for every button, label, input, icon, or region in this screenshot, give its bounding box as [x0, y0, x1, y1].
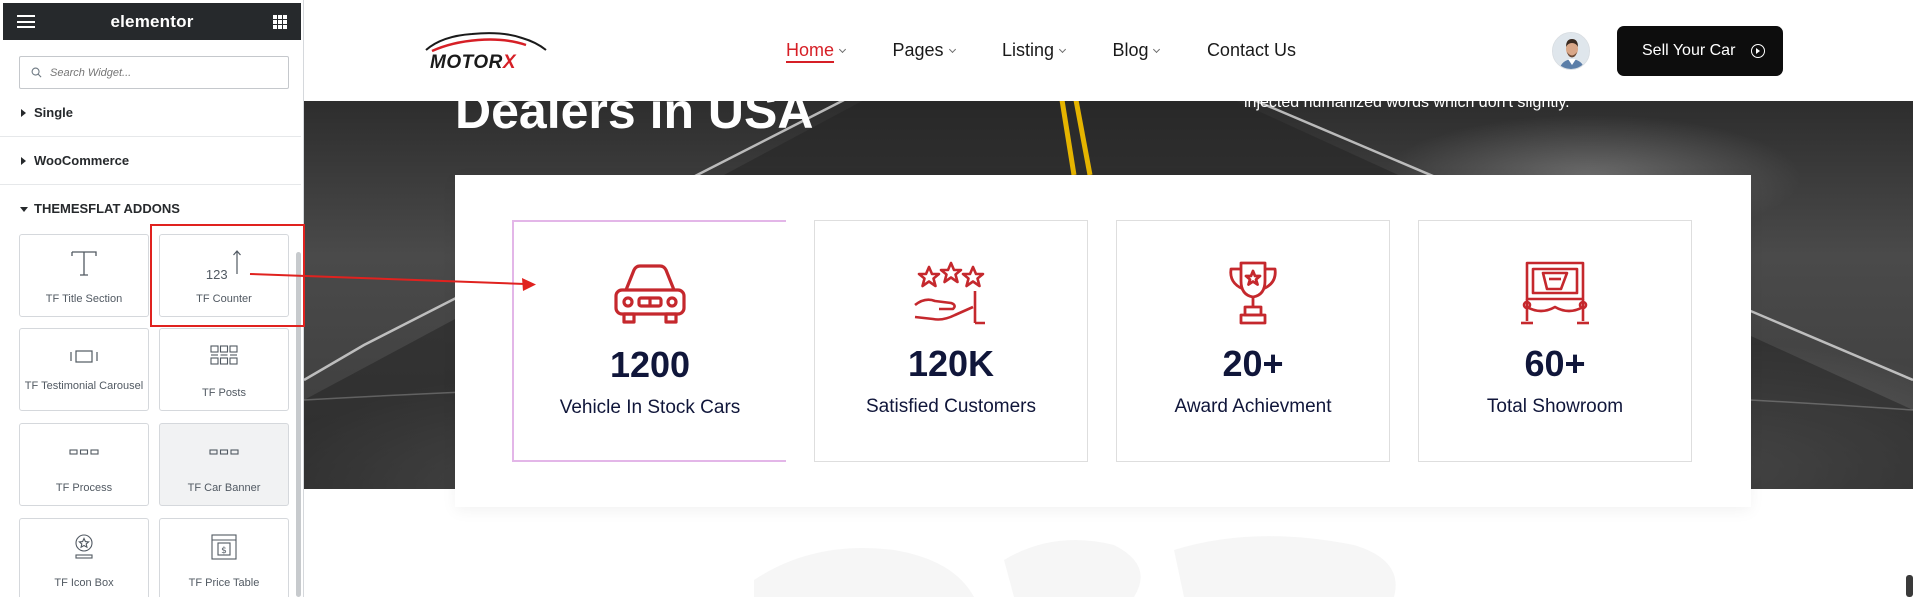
arrow-circle-icon: [1751, 44, 1765, 58]
world-map-background: [754, 536, 1396, 597]
widget-label: TF Title Section: [45, 293, 123, 305]
trophy-icon: [1117, 261, 1389, 325]
widget-label: TF Icon Box: [54, 577, 114, 589]
site-preview: Dealers in USA injected humanized words …: [304, 0, 1913, 597]
motorx-logo[interactable]: MOTORX: [422, 28, 550, 74]
widget-label: TF Posts: [201, 387, 246, 399]
stat-value: 20+: [1222, 343, 1284, 384]
caret-right-icon: [21, 109, 26, 117]
stat-card-showroom[interactable]: 60+ Total Showroom: [1418, 220, 1692, 462]
nav-listing[interactable]: Listing: [1002, 40, 1067, 61]
testimonial-carousel-icon: [20, 341, 148, 373]
widget-tf-icon-box[interactable]: TF Icon Box: [19, 518, 149, 597]
stat-label: Satisfied Customers: [865, 396, 1036, 417]
nav-pages[interactable]: Pages: [892, 40, 956, 61]
caret-down-icon: [20, 207, 28, 212]
stat-label: Vehicle In Stock Cars: [559, 397, 741, 418]
widget-label: TF Process: [55, 482, 113, 494]
process-icon: [20, 436, 148, 468]
car-silhouette-icon: [425, 32, 547, 53]
car-banner-icon: [160, 436, 288, 468]
sell-button-label: Sell Your Car: [1642, 42, 1736, 59]
nav-blog[interactable]: Blog: [1112, 40, 1161, 61]
icon-box-icon: [20, 531, 148, 563]
chevron-down-icon: [1153, 45, 1161, 54]
widget-tf-price-table[interactable]: $ TF Price Table: [159, 518, 289, 597]
chevron-down-icon: [838, 45, 847, 54]
widget-label: TF Price Table: [188, 577, 260, 589]
stat-value: 60+: [1524, 343, 1586, 384]
car-icon: [514, 262, 786, 326]
category-single[interactable]: Single: [0, 89, 301, 137]
search-icon: [31, 67, 42, 78]
stat-label: Award Achievment: [1174, 396, 1332, 417]
widget-tf-title-section[interactable]: TF Title Section: [19, 234, 149, 317]
main-nav: Home Pages Listing Blog Contact Us: [786, 40, 1339, 62]
sell-your-car-button[interactable]: Sell Your Car: [1617, 26, 1783, 76]
stars-hand-icon: [815, 261, 1087, 325]
stat-card-customers[interactable]: 120K Satisfied Customers: [814, 220, 1088, 462]
stat-card-vehicles[interactable]: 1200 Vehicle In Stock Cars: [512, 220, 786, 462]
widget-tf-process[interactable]: TF Process: [19, 423, 149, 506]
stats-section: 1200 Vehicle In Stock Cars 120K Satisfie…: [455, 175, 1751, 507]
showroom-icon: [1419, 261, 1691, 325]
widgets-grid-icon[interactable]: [273, 15, 287, 29]
caret-right-icon: [21, 157, 26, 165]
widget-tf-testimonial-carousel[interactable]: TF Testimonial Carousel: [19, 328, 149, 411]
nav-home[interactable]: Home: [786, 40, 847, 61]
category-label: Single: [34, 105, 74, 120]
widget-search[interactable]: [19, 56, 289, 89]
stat-value: 1200: [609, 344, 691, 385]
svg-text:$: $: [221, 546, 227, 556]
panel-brand: elementor: [110, 12, 194, 31]
price-table-icon: $: [160, 531, 288, 563]
stat-card-awards[interactable]: 20+ Award Achievment: [1116, 220, 1390, 462]
search-input[interactable]: [50, 63, 280, 83]
nav-contact-us[interactable]: Contact Us: [1207, 40, 1296, 61]
chevron-down-icon: [948, 45, 956, 54]
user-avatar[interactable]: [1552, 32, 1590, 70]
logo-text: MOTORX: [430, 52, 517, 73]
person-avatar-icon: [1553, 33, 1589, 69]
stat-label: Total Showroom: [1486, 396, 1624, 417]
posts-grid-icon: [160, 341, 288, 373]
category-label: WooCommerce: [34, 153, 130, 168]
chevron-down-icon: [1058, 45, 1067, 54]
category-woocommerce[interactable]: WooCommerce: [0, 137, 301, 185]
category-label: THEMESFLAT ADDONS: [34, 201, 180, 216]
screen: elementor Single WooCommerce THEMESFLAT …: [0, 0, 1913, 597]
site-scrollbar[interactable]: [1906, 575, 1913, 597]
highlight-annotation-box: [150, 224, 305, 327]
widget-label: TF Testimonial Carousel: [24, 380, 144, 392]
widget-label: TF Car Banner: [187, 482, 261, 494]
panel-header: elementor: [3, 3, 301, 40]
title-section-icon: [20, 247, 148, 279]
stat-value: 120K: [907, 343, 995, 384]
widget-tf-car-banner[interactable]: TF Car Banner: [159, 423, 289, 506]
site-header: MOTORX Home Pages Listing Blog Contact U…: [304, 0, 1913, 101]
widget-tf-posts[interactable]: TF Posts: [159, 328, 289, 411]
